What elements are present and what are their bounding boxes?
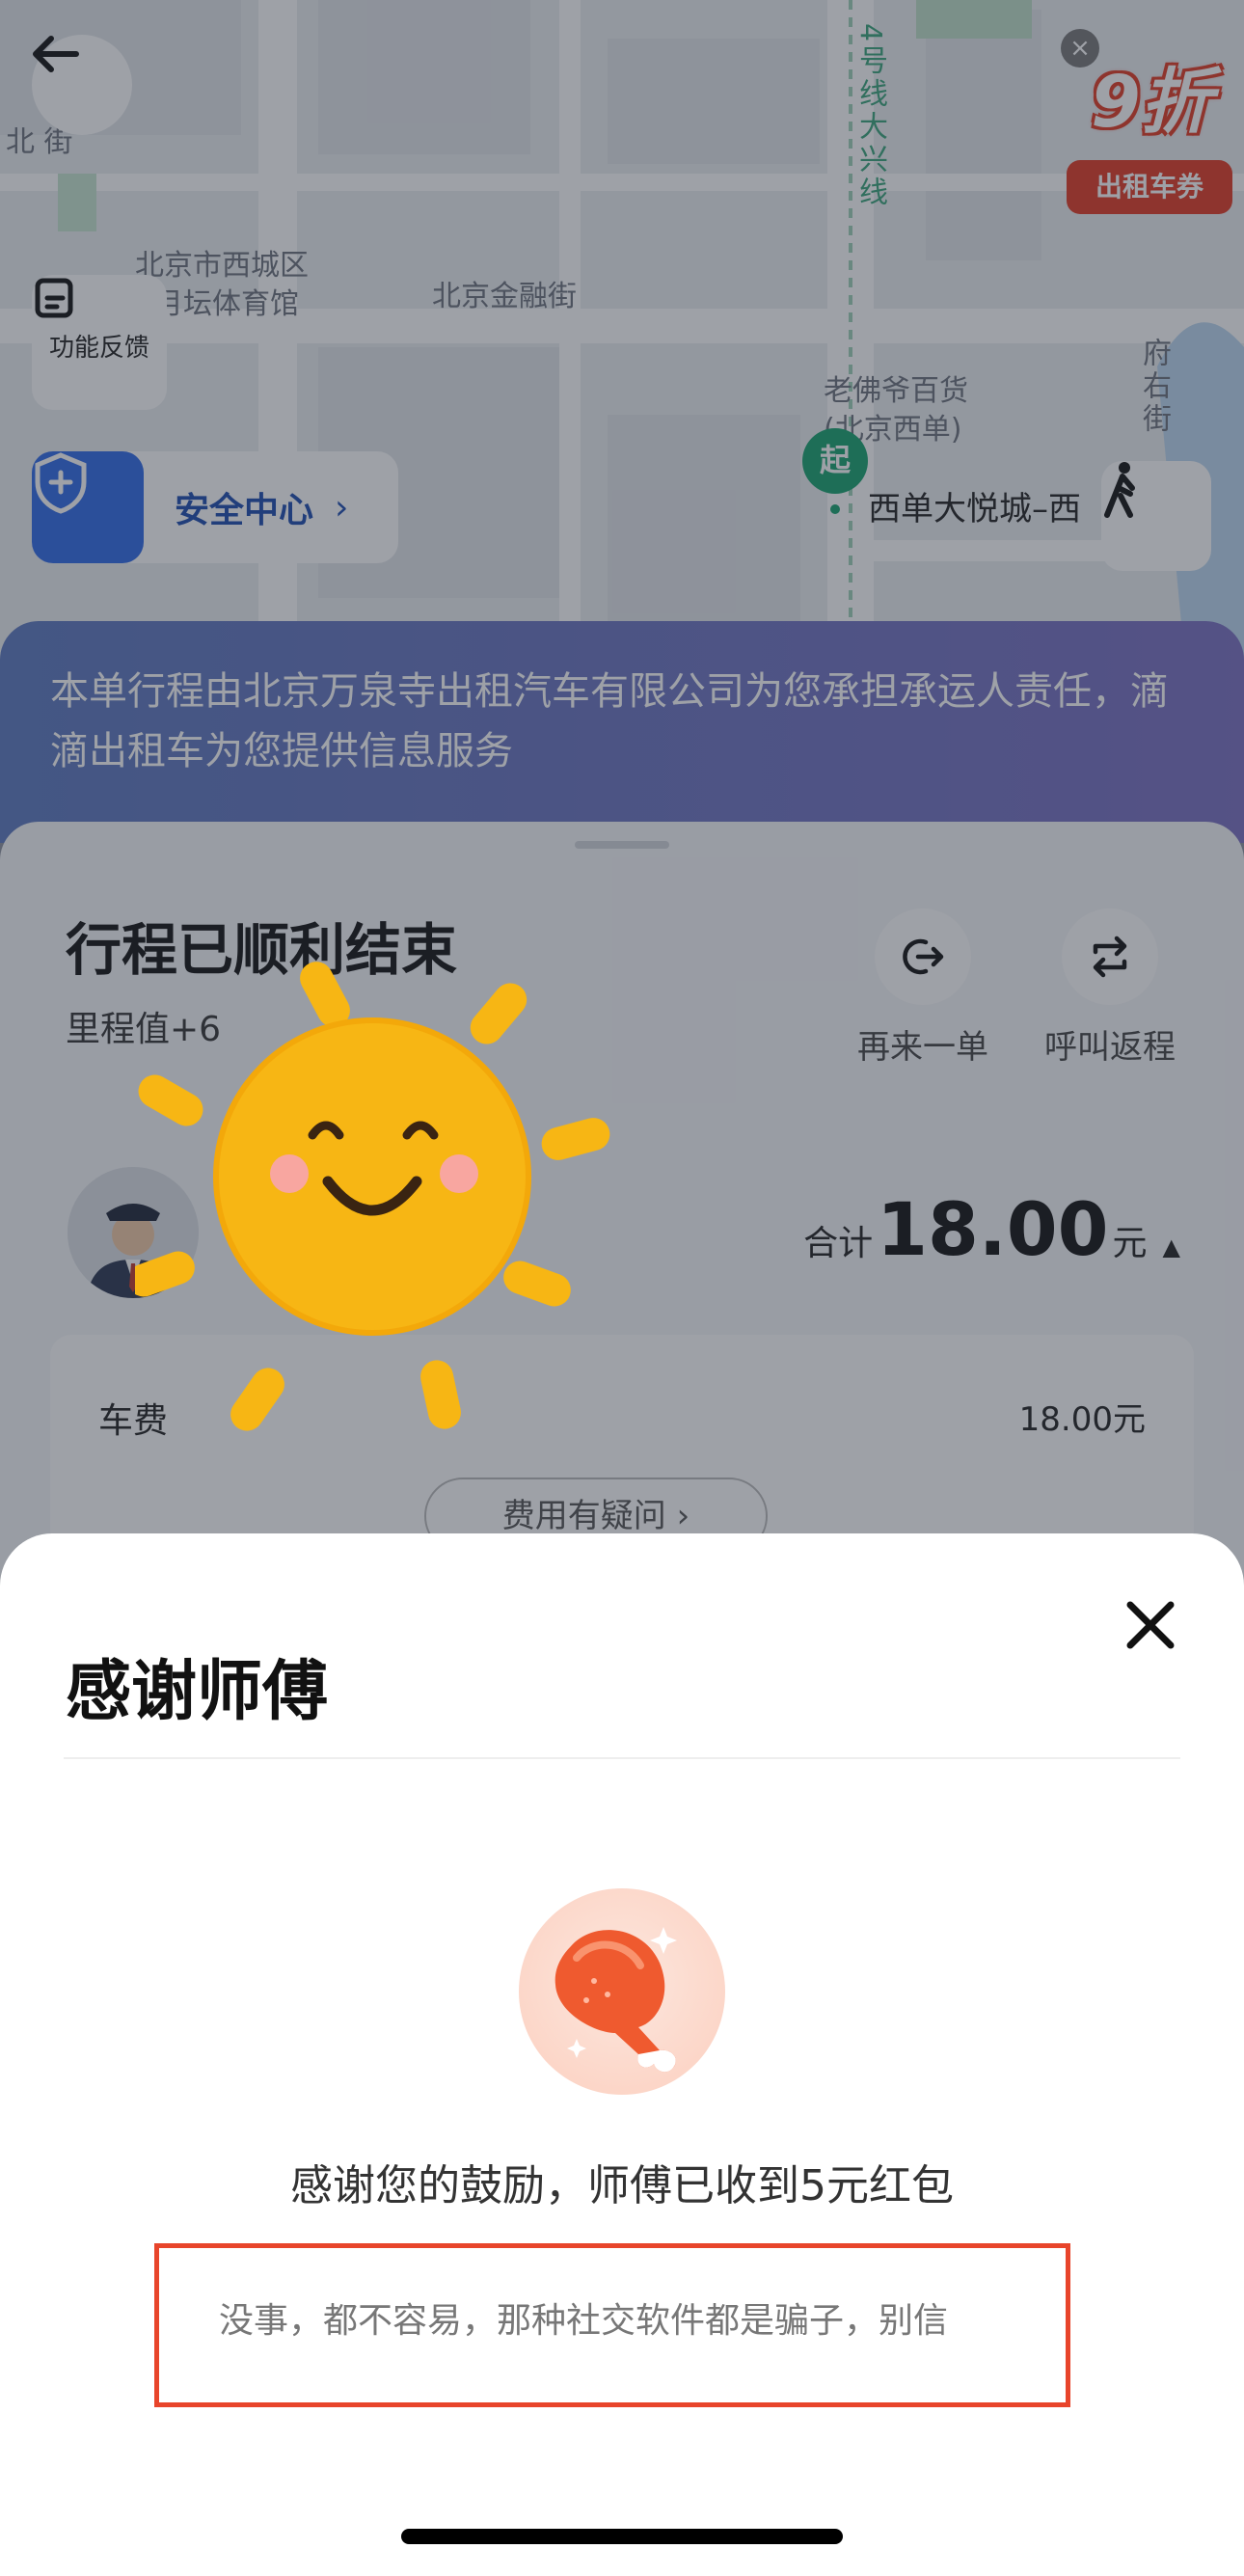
thank-driver-sheet: 感谢师傅 感谢您的鼓励，师傅已收到5元红包 没事，都不容易，那种社交软件都是骗子… xyxy=(0,1533,1244,2576)
taxi-coupon-badge[interactable]: 9折 出租车券 × xyxy=(1061,29,1234,222)
map-label-line4: 4号线大兴线 xyxy=(853,23,887,210)
map-label-finance-st: 北京金融街 xyxy=(432,280,577,313)
reorder-label: 再来一单 xyxy=(857,1028,988,1067)
user-comment: 没事，都不容易，那种社交软件都是骗子，别信 xyxy=(219,2301,949,2341)
caret-up-icon: ▲ xyxy=(1162,1234,1180,1261)
feedback-label: 功能反馈 xyxy=(48,333,149,363)
coupon-tag: 出租车券 xyxy=(1067,160,1232,214)
sun-sticker xyxy=(135,962,610,1431)
map-label-destination: 西单大悦城–西 xyxy=(868,490,1081,529)
total-amount: 18.00 xyxy=(877,1186,1109,1272)
start-dot xyxy=(827,502,843,517)
sheet-title: 感谢师傅 xyxy=(66,1654,329,1730)
start-marker: 起 xyxy=(802,428,868,494)
home-indicator[interactable] xyxy=(401,2529,843,2544)
walking-person-icon xyxy=(1104,462,1135,518)
map-label-laofoye: 老佛爷百货 xyxy=(824,374,968,408)
back-button[interactable] xyxy=(32,35,132,135)
feedback-button[interactable]: 功能反馈 xyxy=(32,275,167,410)
comment-highlight-box[interactable]: 没事，都不容易，那种社交软件都是骗子，别信 xyxy=(154,2243,1070,2407)
return-trip-button[interactable]: 呼叫返程 xyxy=(1018,908,1202,1068)
reorder-icon xyxy=(875,908,971,1005)
total-prefix: 合计 xyxy=(803,1224,874,1263)
back-arrow-icon xyxy=(33,36,79,72)
edit-icon xyxy=(35,278,73,318)
total-unit: 元 xyxy=(1112,1224,1148,1263)
fee-value: 18.00元 xyxy=(1018,1400,1146,1439)
map-label-xicheng: 北京市西城区 xyxy=(135,249,309,283)
close-icon[interactable] xyxy=(1117,1591,1184,1659)
safety-center-button[interactable]: 安全中心 › xyxy=(32,451,398,563)
return-trip-label: 呼叫返程 xyxy=(1044,1028,1176,1067)
map-view[interactable]: 北 街 北京市西城区 月坛体育馆 北京金融街 4号线大兴线 老佛爷百货 (北京西… xyxy=(0,0,1244,675)
shield-icon xyxy=(32,451,144,563)
map-roads xyxy=(0,0,1244,675)
carrier-notice: 本单行程由北京万泉寺出租汽车有限公司为您承担承运人责任，滴滴出租车为您提供信息服… xyxy=(0,621,1244,843)
drag-handle[interactable] xyxy=(575,841,669,849)
chevron-right-icon: › xyxy=(335,487,349,528)
swap-icon xyxy=(1062,908,1158,1005)
walk-button[interactable] xyxy=(1101,461,1211,571)
coupon-discount: 9折 xyxy=(1091,61,1212,144)
chicken-drumstick-icon xyxy=(519,1888,725,2095)
divider xyxy=(64,1757,1180,1759)
coupon-close-icon[interactable]: × xyxy=(1061,29,1099,68)
safety-label: 安全中心 xyxy=(175,491,314,530)
map-label-yuetan: 月坛体育馆 xyxy=(154,287,299,321)
map-label-fuyou: 府右街 xyxy=(1137,338,1171,436)
reorder-button[interactable]: 再来一单 xyxy=(831,908,1014,1068)
thank-message: 感谢您的鼓励，师傅已收到5元红包 xyxy=(290,2161,954,2210)
total-price[interactable]: 合计 18.00 元 ▲ xyxy=(803,1186,1180,1272)
